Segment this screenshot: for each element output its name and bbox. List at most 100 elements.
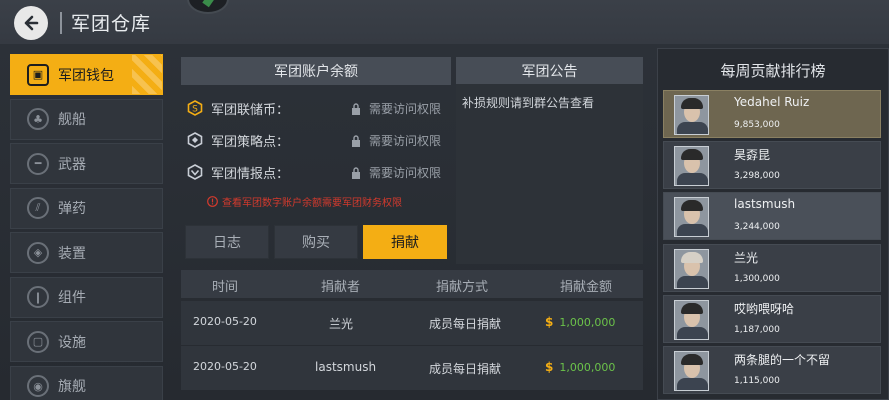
ship-icon: ♣ [27,108,49,130]
permission-status: 需要访问权限 [351,100,441,117]
player-score: 9,853,000 [734,120,780,130]
column-header-amount: 捐献金额 [560,280,613,295]
sidebar-item-wallet[interactable]: ▣ 军团钱包 [10,54,163,95]
facility-icon: ▢ [27,330,49,353]
sidebar-item-label: 军团钱包 [58,67,114,84]
strategy-point-icon [187,132,203,148]
balance-warning: 查看军团数字账户余额需要军团财务权限 [207,194,402,209]
donation-donor: 兰光 [329,317,354,331]
permission-text: 需要访问权限 [369,166,442,180]
svg-text:S: S [192,105,198,115]
sidebar-item-label: 旗舰 [58,379,86,395]
avatar [674,197,709,237]
ranking-row[interactable]: 两条腿的一个不留 1,115,000 [663,346,881,394]
avatar [674,249,709,289]
player-score: 3,244,000 [734,222,780,232]
avatar [674,95,709,135]
lock-icon [352,166,360,179]
player-name: Yedahel Ruiz [734,95,810,109]
permission-status: 需要访问权限 [351,132,441,149]
ranking-row[interactable]: lastsmush 3,244,000 [663,192,881,240]
warning-icon [207,196,218,207]
sidebar-item-label: 武器 [58,156,86,173]
donation-time: 2020-05-20 [193,360,257,373]
column-header-method: 捐献方式 [436,280,489,295]
sidebar-item-label: 设施 [58,334,86,351]
donation-table-header: 时间 捐献者 捐献方式 捐献金额 [181,270,643,298]
sidebar-item-components[interactable]: ❙ 组件 [10,276,163,318]
amount-value: 1,000,000 [559,315,616,329]
intel-point-icon [187,164,203,180]
column-header-donor: 捐献者 [321,280,361,295]
sidebar-item-weapons[interactable]: ━ 武器 [10,143,163,184]
back-button[interactable] [14,6,48,40]
weapon-icon: ━ [27,152,49,175]
lock-icon [352,134,360,147]
sidebar-item-label: 舰船 [58,112,86,128]
permission-text: 需要访问权限 [369,102,442,116]
balance-label: 军团情报点： [211,166,290,182]
permission-status: 需要访问权限 [351,164,441,181]
ranking-title: 每周贡献排行榜 [720,62,826,80]
player-score: 3,298,000 [734,171,780,181]
sidebar-item-facilities[interactable]: ▢ 设施 [10,321,163,362]
buy-button[interactable]: 购买 [274,225,358,259]
table-row[interactable]: 2020-05-20 lastsmush 成员每日捐献 $ 1,000,000 [181,346,643,390]
balance-row-intel: 军团情报点： 需要访问权限 [181,157,451,187]
flagship-icon: ◉ [27,375,49,397]
player-name: 两条腿的一个不留 [734,353,831,367]
player-score: 1,187,000 [734,325,780,335]
top-bar: 军团仓库 [0,0,889,44]
reserve-coin-icon: S [187,100,203,116]
back-arrow-icon [24,15,39,31]
sidebar-item-flagship[interactable]: ◉ 旗舰 [10,365,163,400]
avatar [674,351,709,391]
component-icon: ❙ [27,286,49,308]
player-score: 1,115,000 [734,376,780,386]
donate-button[interactable]: 捐献 [363,225,447,259]
wallet-icon: ▣ [27,63,49,86]
ranking-row[interactable]: 昊孬昆 3,298,000 [663,141,881,189]
player-name: 昊孬昆 [734,148,771,162]
notice-text: 补损规则请到群公告查看 [462,96,595,110]
legion-emblem-icon [187,0,229,14]
log-button[interactable]: 日志 [185,225,269,259]
ranking-row[interactable]: 哎哟喂呀哈 1,187,000 [663,295,881,343]
player-score: 1,300,000 [734,274,780,284]
player-name: 兰光 [734,251,759,265]
notice-panel-title: 军团公告 [456,57,643,85]
lock-icon [352,102,360,115]
balance-row-reserve: S 军团联储币： 需要访问权限 [181,93,451,123]
sidebar-item-ammo[interactable]: ⫽ 弹药 [10,187,163,229]
balance-panel-title: 军团账户余额 [181,57,451,85]
player-name: 哎哟喂呀哈 [734,302,795,316]
balance-label: 军团策略点： [211,134,290,150]
donation-method: 成员每日捐献 [429,362,502,376]
sidebar-item-devices[interactable]: ◈ 装置 [10,232,163,273]
ranking-row[interactable]: Yedahel Ruiz 9,853,000 [663,90,881,138]
ranking-row[interactable]: 兰光 1,300,000 [663,244,881,292]
avatar [674,300,709,340]
currency-icon: $ [545,315,554,329]
sidebar-item-label: 弹药 [58,201,86,217]
donation-amount: $ 1,000,000 [545,360,615,374]
sidebar-item-ships[interactable]: ♣ 舰船 [10,98,163,140]
donation-method: 成员每日捐献 [429,317,502,331]
table-row[interactable]: 2020-05-20 兰光 成员每日捐献 $ 1,000,000 [181,301,643,345]
donation-donor: lastsmush [315,360,377,374]
balance-label: 军团联储币： [211,102,290,118]
notice-panel [456,84,643,264]
warning-text: 查看军团数字账户余额需要军团财务权限 [222,198,402,209]
ammo-icon: ⫽ [27,197,49,219]
avatar [674,146,709,186]
amount-value: 1,000,000 [559,360,616,374]
sidebar-item-label: 装置 [58,245,86,262]
page-title: 军团仓库 [71,13,152,35]
donation-amount: $ 1,000,000 [545,315,615,329]
donation-time: 2020-05-20 [193,315,257,328]
column-header-time: 时间 [212,280,239,295]
balance-row-strategy: 军团策略点： 需要访问权限 [181,125,451,155]
player-name: lastsmush [734,197,796,211]
permission-text: 需要访问权限 [369,134,442,148]
sidebar-item-label: 组件 [58,290,86,306]
